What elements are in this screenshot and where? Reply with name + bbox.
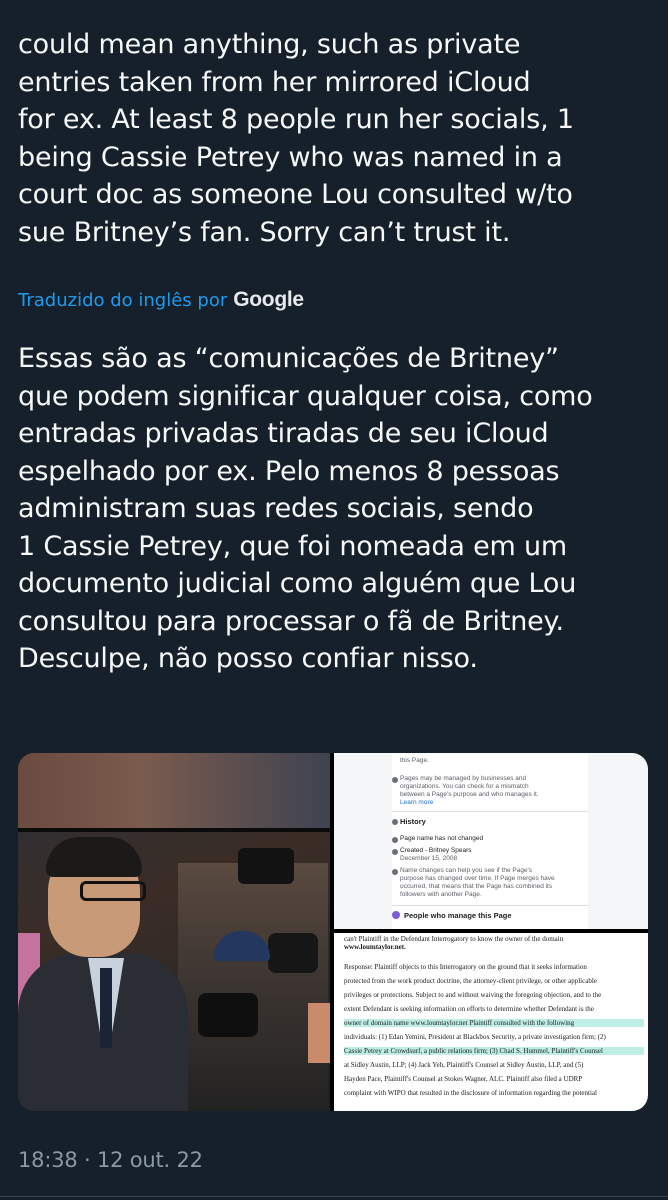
media-grid: this Page. Pages may be managed by busin… — [18, 753, 648, 1111]
translated-line: consultou para processar o fã de Britney… — [18, 605, 564, 637]
camera-shape — [198, 993, 258, 1037]
photo-glasses — [80, 881, 146, 901]
doc-line: Pages may be managed by businesses and — [400, 775, 527, 782]
people-heading: People who manage this Page — [404, 911, 512, 920]
learn-more-link: Learn more — [400, 799, 434, 806]
tweet-timestamp[interactable]: 18:38 · 12 out. 22 — [18, 1148, 203, 1172]
photo-tie — [100, 968, 112, 1048]
translated-line: que podem significar qualquer coisa, com… — [18, 380, 593, 412]
info-icon — [392, 869, 398, 875]
people-icon — [392, 911, 400, 919]
bottom-divider — [0, 1196, 668, 1197]
tweet-text-line: entries taken from her mirrored iCloud — [18, 66, 531, 98]
photo-background — [18, 753, 330, 828]
doc-line: privileges or protections. Subject to an… — [344, 991, 602, 999]
photo-court-document[interactable]: can't Plaintiff in the Defendant Interro… — [334, 933, 648, 1111]
doc-line: between a Page's purpose and who manages… — [400, 791, 539, 798]
flag-icon — [392, 849, 398, 855]
translated-line: entradas privadas tiradas de seu iCloud — [18, 418, 549, 449]
highlighted-doc-line: Cassie Petrey at Crowdsurf, a public rel… — [344, 1047, 644, 1055]
translated-line: espelhado por ex. Pelo menos 8 pessoas — [18, 455, 560, 487]
doc-line: Hayden Pace, Plaintiff's Counsel at Stok… — [344, 1075, 583, 1083]
doc-line: www.loumtaylor.net. — [344, 943, 406, 951]
doc-line: occurred, that means that the Page has c… — [400, 883, 553, 890]
doc-line: this Page. — [400, 757, 429, 764]
translated-line: Desculpe, não posso confiar nisso. — [18, 643, 478, 674]
tweet-text: could mean anything, such as private ent… — [18, 26, 658, 251]
tweet-text-line: sue Britney’s fan. Sorry can’t trust it. — [18, 216, 511, 248]
translated-line: administram suas redes sociais, sendo — [18, 493, 534, 524]
doc-line: complaint with WIPO that resulted in the… — [344, 1089, 597, 1097]
doc-line: protected from the work product doctrine… — [344, 977, 597, 985]
doc-line: Page name has not changed — [400, 835, 484, 842]
photo-hair — [46, 837, 142, 877]
tweet-text-line: could mean anything, such as private — [18, 29, 521, 60]
tweet-text-line: for ex. At least 8 people run her social… — [18, 104, 574, 135]
doc-line: at Sidley Austin, LLP; (4) Jack Yeh, Pla… — [344, 1061, 584, 1069]
highlighted-doc-line: owner of domain name www.loumtaylor.net … — [344, 1019, 644, 1027]
tweet-text-line: court doc as someone Lou consulted w/to — [18, 179, 573, 210]
google-logo: Google — [233, 288, 304, 311]
doc-line: December 15, 2008 — [400, 855, 458, 862]
doc-line: followers with another Page. — [400, 891, 482, 898]
photo-hand — [308, 1003, 330, 1063]
doc-line: purpose has changed over time. If Page m… — [400, 875, 555, 882]
translation-attribution[interactable]: Traduzido do inglês por Google — [18, 288, 304, 312]
translated-line: documento judicial como alguém que Lou — [18, 568, 577, 599]
history-heading: History — [400, 817, 426, 826]
doc-line: Name changes can help you see if the Pag… — [400, 867, 533, 874]
history-icon — [392, 819, 398, 825]
photo-press-crowd[interactable] — [18, 753, 330, 1111]
camera-shape — [268, 933, 318, 973]
translation-label[interactable]: Traduzido do inglês por — [18, 290, 227, 311]
doc-line: Created - Britney Spears — [400, 847, 472, 854]
translated-line: 1 Cassie Petrey, que foi nomeada em um — [18, 530, 567, 562]
photo-crowd — [178, 863, 328, 1111]
camera-shape — [238, 848, 294, 884]
divider — [392, 811, 588, 812]
doc-line: can't Plaintiff in the Defendant Interro… — [344, 935, 564, 943]
edit-icon — [392, 837, 398, 843]
doc-line: individuals: (1) Edan Yemini, President … — [344, 1033, 606, 1041]
photo-divider — [18, 828, 330, 832]
doc-line: organizations. You can check for a misma… — [400, 783, 529, 790]
tweet-text-line: being Cassie Petrey who was named in a — [18, 141, 563, 173]
doc-line: Response: Plaintiff objects to this Inte… — [344, 963, 587, 971]
translated-text: Essas são as “comunicações de Britney” q… — [18, 340, 658, 678]
photo-page-transparency[interactable]: this Page. Pages may be managed by busin… — [334, 753, 648, 929]
info-icon — [392, 777, 398, 783]
doc-line: extent Defendant is seeking information … — [344, 1005, 594, 1013]
translated-line: Essas são as “comunicações de Britney” — [18, 343, 559, 374]
divider — [392, 905, 588, 906]
